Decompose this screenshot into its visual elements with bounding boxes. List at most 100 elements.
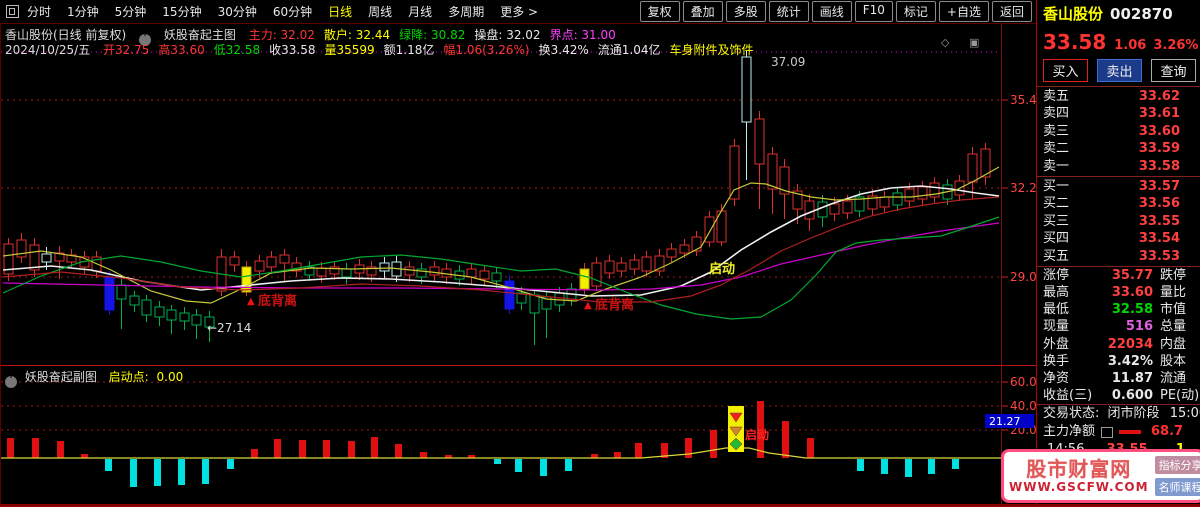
toolbar-button[interactable]: 统计 bbox=[768, 1, 809, 22]
query-button[interactable]: 查询 bbox=[1151, 59, 1196, 82]
indicator-field: 散户: 32.44 bbox=[323, 28, 391, 42]
ohlc-field: 换3.42% bbox=[538, 43, 589, 57]
stat-label-2: PE(动) bbox=[1160, 388, 1200, 404]
price-axis-label: 29.03 bbox=[1010, 270, 1037, 284]
chart-annotation: ▲ bbox=[247, 296, 255, 307]
sub-param-value: 0.00 bbox=[156, 370, 184, 384]
candle-body bbox=[829, 203, 840, 215]
toolbar-button[interactable]: 叠加 bbox=[682, 1, 723, 22]
quote-stats: 涨停 35.77 跌停 最高 33.60 量比 最低 32.58 市值 现量 516 总量 外盘 2203… bbox=[1037, 267, 1200, 405]
candle-body bbox=[904, 188, 915, 202]
toolbar-tab[interactable]: 15分钟 bbox=[162, 3, 201, 20]
sub-bar-up bbox=[7, 438, 14, 458]
main-chart-zone: 35.4932.2629.0337.09←27.14▲底背离▲底背离启动 香山股… bbox=[0, 24, 1037, 365]
ask-row[interactable]: 卖五 33.62 bbox=[1037, 88, 1200, 105]
level-label: 卖一 bbox=[1043, 158, 1070, 174]
level-label: 买一 bbox=[1043, 178, 1070, 194]
main-candlestick-chart[interactable]: 35.4932.2629.0337.09←27.14▲底背离▲底背离启动 bbox=[1, 24, 1037, 365]
sell-button[interactable]: 卖出 bbox=[1097, 59, 1142, 82]
indicator-collapse-icon[interactable]: ˅ bbox=[5, 376, 17, 388]
bid-levels: 买一 33.57 买二 33.56 买三 33.55 买四 33.54 买五 33.53 bbox=[1037, 177, 1200, 266]
toolbar-button[interactable]: 复权 bbox=[639, 1, 680, 22]
trade-status-row: 交易状态: 闭市阶段 15:00 bbox=[1037, 404, 1200, 423]
toolbar-button[interactable]: 画线 bbox=[811, 1, 852, 22]
buy-button[interactable]: 买入 bbox=[1043, 59, 1088, 82]
ask-row[interactable]: 卖四 33.61 bbox=[1037, 105, 1200, 122]
bid-row[interactable]: 买五 33.53 bbox=[1037, 248, 1200, 265]
candle-body bbox=[254, 260, 265, 272]
level-label: 买五 bbox=[1043, 248, 1070, 264]
bid-row[interactable]: 买二 33.56 bbox=[1037, 195, 1200, 212]
quote-header-line2: 2024/10/25/五 开32.75 高33.60 低32.58 收33.58 量35… bbox=[5, 41, 772, 58]
sub-bar-down bbox=[952, 459, 959, 469]
diamond-marker-icon[interactable]: ◇ bbox=[941, 36, 957, 49]
bid-row[interactable]: 买四 33.54 bbox=[1037, 230, 1200, 247]
flow-detail-icon[interactable] bbox=[1101, 426, 1114, 438]
ask-row[interactable]: 卖二 33.59 bbox=[1037, 140, 1200, 157]
ohlc-field: 幅1.06(3.26%) bbox=[443, 43, 530, 57]
toolbar-tab[interactable]: 周线 bbox=[368, 3, 392, 20]
toolbar-tab[interactable]: 更多 > bbox=[500, 3, 538, 20]
sub-bars-group bbox=[7, 401, 959, 487]
sub-bar-up bbox=[299, 440, 306, 458]
sub-bar-down bbox=[540, 459, 547, 476]
toolbar-tab[interactable]: 分时 bbox=[27, 3, 51, 20]
ask-row[interactable]: 卖三 33.60 bbox=[1037, 123, 1200, 140]
sub-bar-up bbox=[57, 441, 64, 458]
candle-body bbox=[529, 294, 540, 314]
stat-value: 11.87 bbox=[1111, 371, 1153, 387]
toolbar-button[interactable]: +自选 bbox=[938, 1, 989, 22]
toolbar-tab[interactable]: 月线 bbox=[408, 3, 432, 20]
price-axis-label: 35.49 bbox=[1010, 93, 1037, 107]
candle-body bbox=[341, 268, 352, 278]
stat-label: 净资 bbox=[1043, 371, 1070, 387]
stock-name-row: 香山股份 002870 bbox=[1037, 0, 1200, 24]
candle-body bbox=[804, 200, 815, 220]
sub-grid-group bbox=[1, 381, 1001, 431]
level-label: 卖二 bbox=[1043, 141, 1070, 157]
toolbar-button[interactable]: F10 bbox=[854, 1, 893, 22]
quote-panel: 香山股份 002870 33.58 1.06 3.26% 买入 卖出 查询 卖五 33.62… bbox=[1036, 0, 1200, 507]
level-label: 卖五 bbox=[1043, 89, 1070, 104]
ohlc-field: 开32.75 bbox=[103, 43, 150, 57]
toolbar-tab[interactable]: 60分钟 bbox=[273, 3, 312, 20]
toolbar-tab[interactable]: 1分钟 bbox=[67, 3, 99, 20]
sub-bar-up bbox=[323, 440, 330, 458]
toolbar-button[interactable]: 多股 bbox=[725, 1, 766, 22]
stat-value: 516 bbox=[1125, 319, 1153, 335]
layout-grid-icon[interactable]: ▣ bbox=[969, 36, 987, 49]
toolbar-button[interactable]: 标记 bbox=[895, 1, 936, 22]
window-icon[interactable] bbox=[6, 5, 19, 18]
candle-body bbox=[141, 299, 152, 316]
toolbar-tab[interactable]: 5分钟 bbox=[115, 3, 147, 20]
sub-bar-up bbox=[274, 439, 281, 458]
toolbar-tab[interactable]: 日线 bbox=[328, 3, 352, 20]
candle-body bbox=[154, 306, 165, 318]
level-label: 卖三 bbox=[1043, 123, 1070, 139]
watermark-badge: 名师课程 bbox=[1154, 478, 1200, 496]
candle-body bbox=[279, 254, 290, 264]
trade-status-time: 15:00 bbox=[1169, 406, 1200, 422]
candle-body bbox=[179, 312, 190, 322]
stat-label-2: 量比 bbox=[1160, 285, 1187, 301]
candle-body bbox=[842, 200, 853, 214]
candle-body bbox=[266, 256, 277, 268]
ask-row[interactable]: 卖一 33.58 bbox=[1037, 158, 1200, 175]
stock-code: 002870 bbox=[1110, 5, 1173, 23]
stat-label: 最高 bbox=[1043, 285, 1070, 301]
stat-label: 收益(三) bbox=[1043, 388, 1093, 404]
chart-annotation: 37.09 bbox=[771, 55, 805, 69]
toolbar-tab[interactable]: 30分钟 bbox=[218, 3, 257, 20]
candle-body bbox=[767, 153, 778, 190]
candle-body bbox=[729, 145, 740, 200]
bid-row[interactable]: 买三 33.55 bbox=[1037, 213, 1200, 230]
stock-name: 香山股份 bbox=[1043, 5, 1104, 23]
watermark-url: WWW.GSCFW.COM bbox=[1009, 480, 1149, 494]
toolbar-tab[interactable]: 多周期 bbox=[448, 3, 484, 20]
toolbar-button[interactable]: 返回 bbox=[991, 1, 1032, 22]
sub-bar-up bbox=[782, 421, 789, 458]
level-price: 33.56 bbox=[1138, 196, 1180, 212]
bid-row[interactable]: 买一 33.57 bbox=[1037, 178, 1200, 195]
level-label: 买四 bbox=[1043, 231, 1070, 247]
candle-body bbox=[679, 244, 690, 254]
